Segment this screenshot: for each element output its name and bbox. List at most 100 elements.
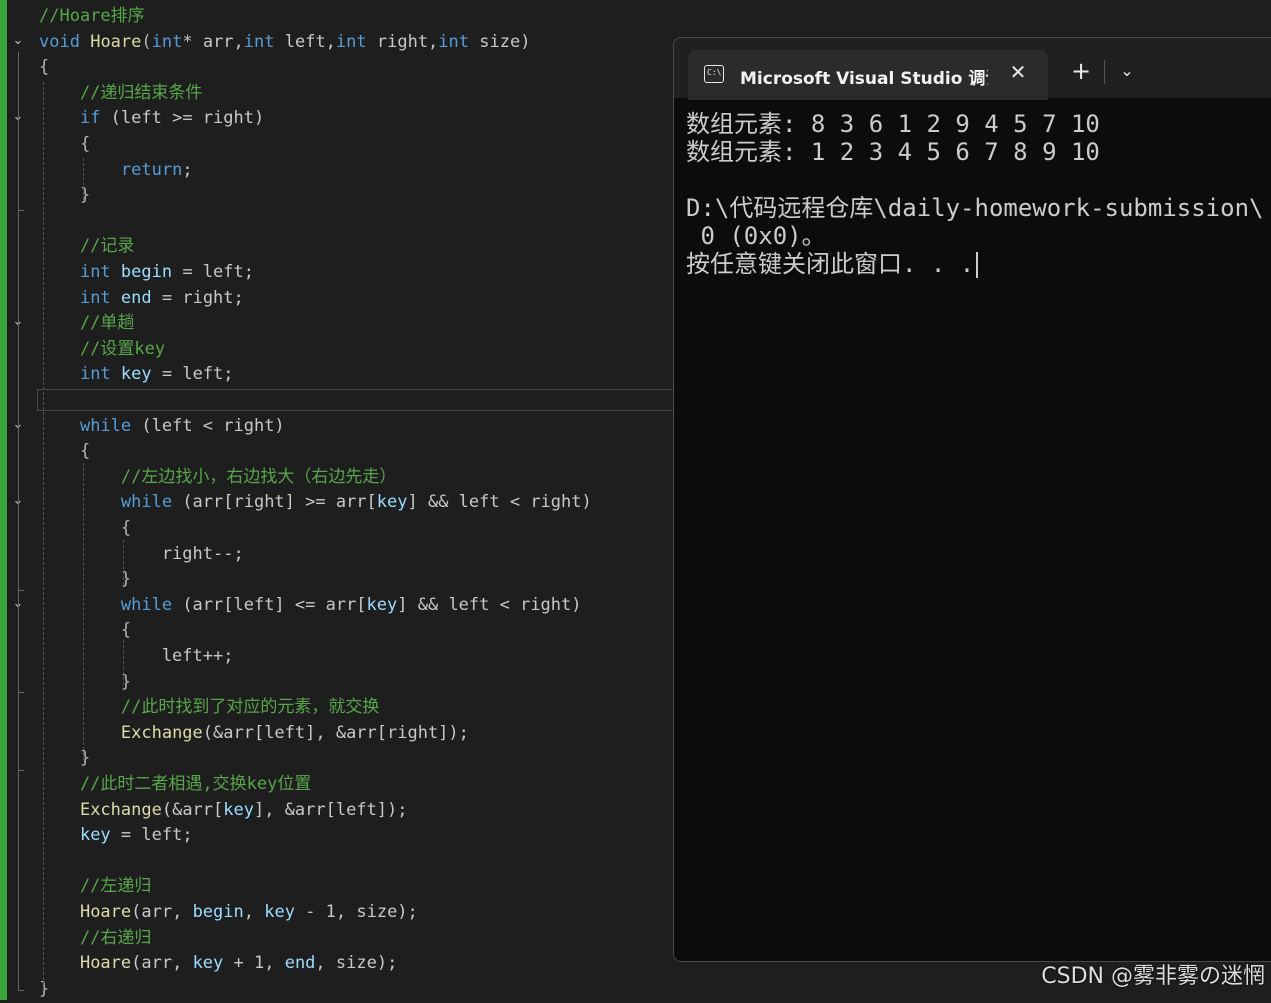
code-token: key bbox=[223, 799, 254, 820]
code-token: { bbox=[39, 620, 132, 641]
code-token: //记录 bbox=[39, 236, 135, 257]
fold-region-end bbox=[18, 990, 24, 991]
code-text: { bbox=[39, 516, 131, 540]
code-token: size) bbox=[469, 31, 531, 52]
code-token: (&arr[ bbox=[161, 799, 224, 820]
code-text: key = left; bbox=[39, 823, 193, 847]
code-text: //单趟 bbox=[39, 311, 134, 335]
indent-guide bbox=[123, 540, 124, 585]
console-output-text: D:\代码远程仓库\daily-homework-submission\ bbox=[686, 194, 1264, 222]
code-token: begin bbox=[120, 262, 173, 282]
code-token: key bbox=[366, 594, 398, 615]
console-titlebar[interactable]: C:\ Microsoft Visual Studio 调试控制台 ✕ + ⌄ bbox=[674, 38, 1271, 100]
console-output-line: 数组元素: 1 2 3 4 5 6 7 8 9 10 bbox=[686, 138, 1100, 166]
code-token: return bbox=[120, 159, 183, 180]
fold-region-line bbox=[18, 128, 19, 210]
code-token: left, bbox=[274, 31, 336, 52]
debug-console-window[interactable]: C:\ Microsoft Visual Studio 调试控制台 ✕ + ⌄ … bbox=[673, 37, 1271, 962]
code-token: Hoare bbox=[79, 902, 132, 922]
code-token: Hoare bbox=[90, 31, 142, 52]
code-token: ] && left < right) bbox=[397, 594, 582, 615]
code-token: right, bbox=[366, 31, 439, 52]
code-token: key bbox=[192, 953, 224, 974]
code-token: } bbox=[39, 569, 132, 590]
code-line[interactable]: //Hoare排序 bbox=[0, 4, 1271, 30]
code-token: ; bbox=[182, 159, 193, 180]
code-text: int key = left; bbox=[39, 362, 234, 386]
terminal-icon: C:\ bbox=[704, 65, 724, 83]
console-output-line: 0 (0x0)。 bbox=[686, 222, 825, 250]
fold-region-end bbox=[18, 590, 24, 591]
code-token: int bbox=[79, 364, 111, 385]
code-token: key bbox=[376, 492, 408, 513]
code-token: int bbox=[438, 31, 470, 52]
code-token: //左边找小，右边找大（右边先走） bbox=[39, 466, 397, 487]
code-token: key bbox=[79, 825, 111, 846]
code-token: , bbox=[243, 902, 265, 922]
watermark: CSDN @雾非雾の迷惘 bbox=[1041, 964, 1265, 989]
fold-chevron-icon[interactable]: ⌄ bbox=[11, 33, 25, 48]
code-token: left++; bbox=[39, 646, 234, 666]
code-token: { bbox=[39, 441, 91, 462]
code-text: void Hoare(int* arr,int left,int right,i… bbox=[39, 30, 530, 54]
chevron-down-icon[interactable]: ⌄ bbox=[1114, 58, 1140, 84]
code-token: //Hoare排序 bbox=[39, 6, 145, 26]
code-token: while bbox=[120, 594, 173, 615]
fold-region-end bbox=[18, 770, 24, 771]
code-text: //递归结束条件 bbox=[39, 81, 202, 105]
indent-guide bbox=[83, 158, 84, 200]
code-token: } bbox=[39, 978, 50, 999]
code-token: + 1, bbox=[223, 953, 285, 974]
code-text: } bbox=[39, 670, 131, 694]
code-token: key bbox=[120, 364, 152, 385]
code-text: { bbox=[39, 618, 131, 642]
code-text: left++; bbox=[39, 644, 234, 668]
code-text: Hoare(arr, key + 1, end, size); bbox=[39, 951, 397, 975]
code-token: if bbox=[79, 108, 101, 129]
close-icon[interactable]: ✕ bbox=[1006, 60, 1030, 84]
code-token: //单趟 bbox=[39, 313, 135, 334]
code-token: = left; bbox=[110, 825, 193, 846]
code-token: * arr, bbox=[182, 31, 244, 52]
code-token: while bbox=[79, 415, 132, 436]
code-token: end bbox=[284, 953, 316, 974]
code-token: (arr[right] >= arr[ bbox=[172, 492, 377, 513]
code-text: int end = right; bbox=[39, 286, 244, 310]
code-token: - 1, size); bbox=[294, 902, 418, 922]
code-token: { bbox=[39, 518, 132, 538]
code-token: (arr, bbox=[131, 902, 193, 922]
code-text: //左递归 bbox=[39, 874, 151, 898]
code-text: while (left < right) bbox=[39, 414, 285, 438]
console-output-text: 数组元素: 8 3 6 1 2 9 4 5 7 10 bbox=[686, 110, 1100, 138]
code-token: , size); bbox=[315, 953, 398, 974]
code-token: = left; bbox=[172, 262, 254, 282]
console-output-line: 按任意键关闭此窗口. . . bbox=[686, 250, 979, 278]
code-token: (&arr[left], &arr[right]); bbox=[202, 722, 469, 743]
code-text: //右递归 bbox=[39, 926, 151, 950]
console-output[interactable]: 数组元素: 8 3 6 1 2 9 4 5 7 10 数组元素: 1 2 3 4 … bbox=[686, 110, 1271, 950]
console-tab[interactable]: C:\ Microsoft Visual Studio 调试控制台 ✕ bbox=[688, 50, 1048, 100]
code-text: //Hoare排序 bbox=[39, 4, 145, 28]
code-token: int bbox=[79, 287, 111, 308]
code-text: { bbox=[39, 132, 90, 156]
text-cursor bbox=[976, 252, 979, 278]
code-token: = left; bbox=[151, 364, 234, 385]
indent-guide bbox=[43, 82, 44, 990]
code-text: //左边找小，右边找大（右边先走） bbox=[39, 465, 396, 489]
new-tab-button[interactable]: + bbox=[1068, 58, 1094, 84]
code-token: (left < right) bbox=[131, 415, 285, 436]
console-output-line: 数组元素: 8 3 6 1 2 9 4 5 7 10 bbox=[686, 110, 1100, 138]
fold-region-line bbox=[18, 435, 19, 770]
code-token: Exchange bbox=[79, 799, 162, 820]
code-text: Exchange(&arr[key], &arr[left]); bbox=[39, 798, 408, 822]
